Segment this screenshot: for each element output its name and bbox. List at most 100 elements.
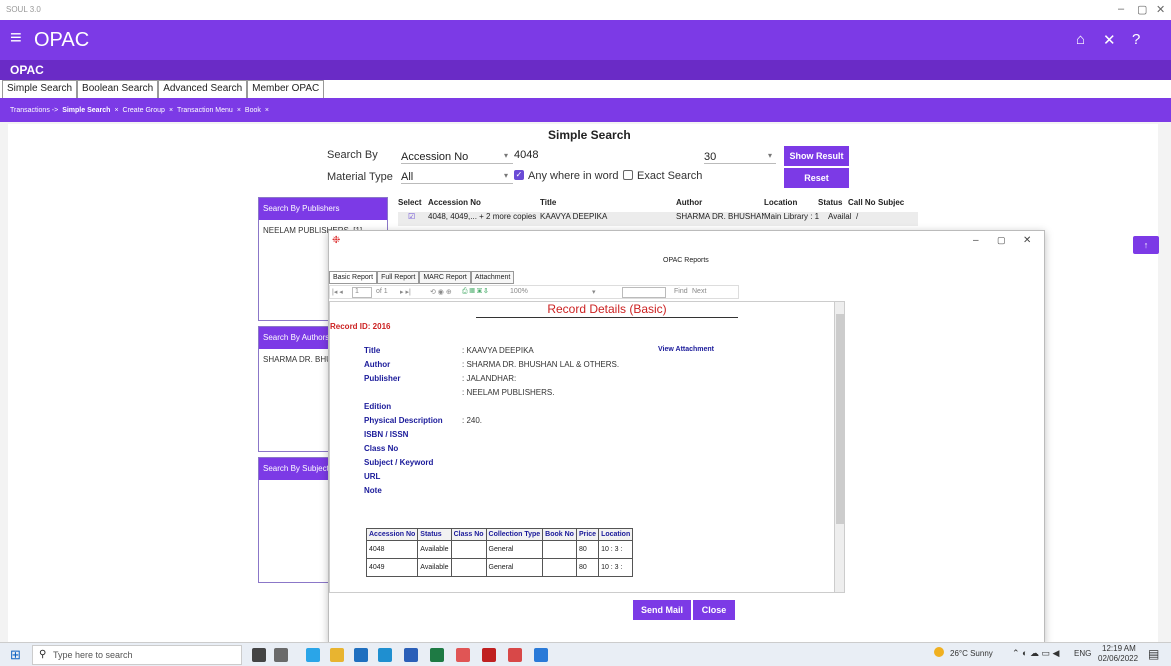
tab-marc-report[interactable]: MARC Report	[419, 271, 471, 284]
scrollbar-thumb[interactable]	[836, 314, 844, 524]
tab-member-opac[interactable]: Member OPAC	[247, 80, 325, 98]
next-page-icon[interactable]: ▸ ▸|	[400, 288, 411, 296]
field-value: : NEELAM PUBLISHERS.	[462, 388, 555, 397]
crumb-simple-search[interactable]: Simple Search	[62, 107, 110, 114]
field-label: Author	[364, 360, 391, 369]
soul-active-icon[interactable]	[508, 648, 522, 662]
close-icon[interactable]: ✕	[1103, 31, 1116, 49]
tab-attachment[interactable]: Attachment	[470, 271, 515, 284]
soul-icon[interactable]	[456, 648, 470, 662]
page-count: of 1	[376, 288, 388, 295]
zoom-select[interactable]: 100%	[510, 288, 528, 295]
mail-icon[interactable]	[378, 648, 392, 662]
next-link[interactable]: Next	[692, 288, 706, 295]
anywhere-checkbox[interactable]: ✓	[514, 170, 524, 180]
anywhere-label: Any where in word	[528, 170, 619, 182]
breadcrumb: Transactions -> Simple Search × Create G…	[0, 98, 1171, 122]
app-icon[interactable]	[482, 648, 496, 662]
language-indicator[interactable]: ENG	[1074, 649, 1091, 658]
tray-icons[interactable]: ⌃ ◐ ☁ ▭ ◀	[1012, 648, 1059, 659]
crumb-close-icon[interactable]: ×	[169, 107, 173, 114]
taskbar-search[interactable]: ⚲ Type here to search	[32, 645, 242, 665]
col-accession: Accession No	[428, 198, 481, 207]
scroll-top-button[interactable]: ↑	[1133, 236, 1159, 254]
holdings-table: Accession No Status Class No Collection Typ…	[365, 528, 634, 577]
field-label: Subject / Keyword	[364, 458, 434, 467]
window-close-icon[interactable]: ✕	[1156, 3, 1165, 16]
record-id: Record ID: 2016	[330, 322, 391, 331]
holdings-cell: 80	[575, 558, 600, 577]
report-toolbar: |◂ ◂ 1 of 1 ▸ ▸| ⟲ ◉ ⊕ ⎙ ▦ ▣ ⇩ 100% ▾ Fi…	[329, 285, 739, 299]
crumb-close-icon[interactable]: ×	[237, 107, 241, 114]
row-select-checkbox[interactable]: ☑	[398, 212, 428, 226]
crumb-book[interactable]: Book	[245, 107, 261, 114]
word-icon[interactable]	[404, 648, 418, 662]
excel-icon[interactable]	[430, 648, 444, 662]
exact-search-label: Exact Search	[637, 170, 703, 182]
help-icon[interactable]: ?	[1132, 31, 1140, 48]
view-attachment-link[interactable]: View Attachment	[658, 346, 714, 353]
chevron-down-icon[interactable]: ▾	[504, 151, 508, 160]
publishers-heading: Search By Publishers	[259, 198, 387, 220]
windows-start-icon[interactable]: ⊞	[10, 647, 21, 663]
chevron-down-icon[interactable]: ▾	[504, 171, 508, 180]
crumb-transaction-menu[interactable]: Transaction Menu	[177, 107, 233, 114]
close-button[interactable]: Close	[693, 600, 735, 620]
page-input[interactable]: 1	[352, 287, 372, 298]
tab-simple-search[interactable]: Simple Search	[2, 80, 78, 98]
file-explorer-icon[interactable]	[330, 648, 344, 662]
holdings-row: 4048 Available General 80 10 : 3 :	[365, 540, 634, 559]
restore-icon[interactable]: ▢	[997, 235, 1006, 246]
table-row[interactable]: ☑ 4048, 4049,... + 2 more copies KAAVYA …	[398, 212, 918, 226]
minimize-icon[interactable]: –	[973, 235, 979, 246]
store-icon[interactable]	[354, 648, 368, 662]
crumb-close-icon[interactable]: ×	[114, 107, 118, 114]
task-view-icon[interactable]	[252, 648, 266, 662]
show-result-button[interactable]: Show Result	[784, 146, 849, 166]
holdings-cell: 10 : 3 :	[598, 540, 634, 559]
tab-advanced-search[interactable]: Advanced Search	[158, 80, 248, 98]
first-page-icon[interactable]: |◂ ◂	[332, 288, 343, 296]
crumb-create-group[interactable]: Create Group	[123, 107, 165, 114]
weather-text[interactable]: 26°C Sunny	[950, 649, 993, 658]
holdings-cell: Available	[417, 540, 452, 559]
send-mail-button[interactable]: Send Mail	[633, 600, 691, 620]
tab-full-report[interactable]: Full Report	[377, 271, 420, 284]
dialog-close-icon[interactable]: ✕	[1023, 235, 1031, 246]
reset-button[interactable]: Reset	[784, 168, 849, 188]
report-scrollbar[interactable]	[834, 302, 844, 592]
find-link[interactable]: Find	[674, 288, 688, 295]
material-type-select[interactable]: All	[401, 171, 513, 184]
tab-boolean-search[interactable]: Boolean Search	[77, 80, 159, 98]
result-count-select[interactable]: 30	[704, 151, 776, 164]
holdings-col-header: Status	[417, 528, 452, 541]
notification-icon[interactable]: ▤	[1148, 647, 1159, 661]
refresh-icon[interactable]: ⟲ ◉ ⊕	[430, 288, 452, 296]
holdings-col-header: Location	[598, 528, 634, 541]
edge-icon[interactable]	[306, 648, 320, 662]
widgets-icon[interactable]	[274, 648, 288, 662]
holdings-cell: Available	[417, 558, 452, 577]
clock-date[interactable]: 02/06/2022	[1098, 654, 1138, 663]
tab-basic-report[interactable]: Basic Report	[329, 271, 378, 284]
search-by-select[interactable]: Accession No	[401, 151, 513, 164]
chevron-down-icon[interactable]: ▾	[592, 288, 596, 296]
crumb-transactions[interactable]: Transactions ->	[10, 107, 58, 114]
chevron-down-icon[interactable]: ▾	[768, 151, 772, 160]
exact-search-checkbox[interactable]	[623, 170, 633, 180]
field-value: : KAAVYA DEEPIKA	[462, 346, 534, 355]
minimize-icon[interactable]: –	[1118, 3, 1124, 15]
holdings-col-header: Collection Type	[485, 528, 544, 541]
crumb-close-icon[interactable]: ×	[265, 107, 269, 114]
search-query-input[interactable]: 4048	[514, 149, 694, 161]
holdings-cell: 10 : 3 :	[598, 558, 634, 577]
clock-time[interactable]: 12:19 AM	[1102, 644, 1136, 653]
find-input[interactable]	[622, 287, 666, 298]
holdings-cell	[450, 540, 487, 559]
restore-icon[interactable]: ▢	[1137, 3, 1147, 16]
menu-icon[interactable]: ≡	[10, 27, 22, 50]
photos-icon[interactable]	[534, 648, 548, 662]
taskbar: ⊞ ⚲ Type here to search 26°C Sunny ⌃ ◐ ☁…	[0, 642, 1171, 666]
print-icon[interactable]: ⎙ ▦ ▣ ⇩	[462, 288, 488, 296]
home-icon[interactable]: ⌂	[1076, 31, 1085, 48]
